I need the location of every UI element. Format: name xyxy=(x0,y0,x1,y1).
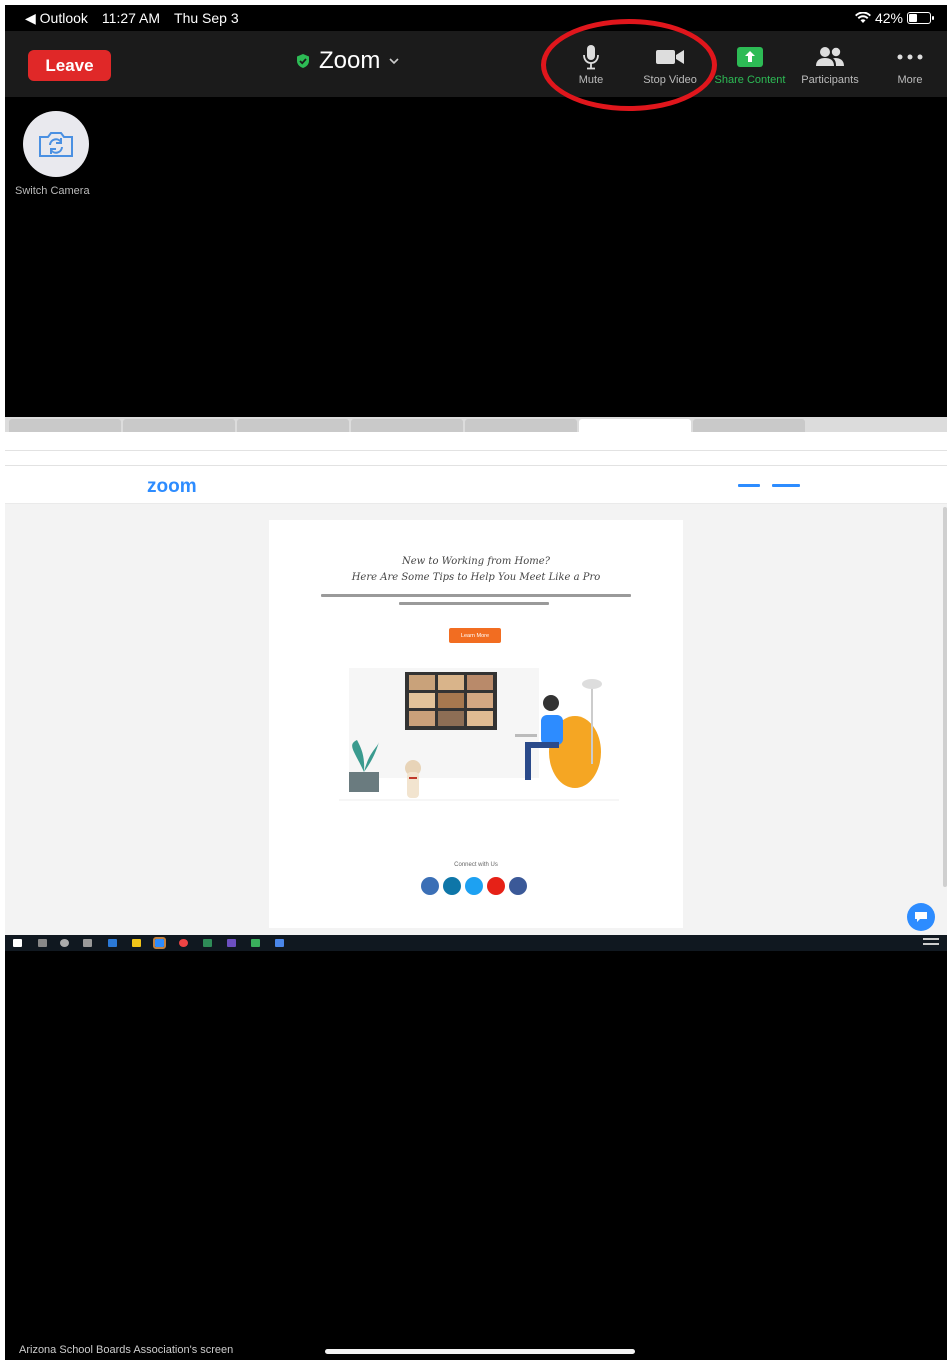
wordpress-icon[interactable] xyxy=(421,877,439,895)
more-label: More xyxy=(897,74,923,86)
zoom-app-icon[interactable] xyxy=(153,937,166,949)
participants-label: Participants xyxy=(801,74,859,86)
zoom-site-header: zoom xyxy=(5,466,947,504)
chrome-icon[interactable] xyxy=(179,939,188,947)
teams-icon[interactable] xyxy=(227,939,236,947)
browser-tab[interactable] xyxy=(465,419,577,432)
status-date: Thu Sep 3 xyxy=(174,10,239,26)
app-icon[interactable] xyxy=(275,939,284,947)
shared-screen: zoom New to Working from Home? Here Are … xyxy=(5,417,947,951)
battery-percent: 42% xyxy=(874,10,903,26)
share-content-button[interactable]: Share Content xyxy=(705,43,795,86)
social-links xyxy=(421,877,527,895)
windows-taskbar xyxy=(5,935,947,951)
chat-icon xyxy=(915,912,927,922)
security-shield-icon xyxy=(297,54,309,68)
task-view-icon[interactable] xyxy=(83,939,92,947)
highlight-ellipse-annotation xyxy=(541,19,717,111)
home-indicator[interactable] xyxy=(325,1349,635,1354)
browser-tab-bar xyxy=(5,417,947,432)
chat-bubble-button[interactable] xyxy=(907,903,935,931)
browser-tab[interactable] xyxy=(237,419,349,432)
clock-text-placeholder xyxy=(923,938,939,945)
switch-camera-button[interactable] xyxy=(23,111,89,177)
work-from-home-illustration xyxy=(339,668,619,801)
browser-tab[interactable] xyxy=(123,419,235,432)
more-button[interactable]: More xyxy=(865,43,947,86)
participants-icon xyxy=(816,47,844,66)
share-content-label: Share Content xyxy=(714,74,786,86)
meeting-title: Zoom xyxy=(319,47,381,74)
browser-bookmarks-bar xyxy=(5,451,947,466)
switch-camera-label: Switch Camera xyxy=(15,185,90,197)
chevron-down-icon xyxy=(389,58,399,65)
meeting-toolbar: Leave Zoom Mute Stop Video Share Content… xyxy=(5,31,947,97)
share-screen-icon xyxy=(737,47,763,67)
wifi-icon xyxy=(854,12,871,23)
edge-icon[interactable] xyxy=(108,939,117,947)
cortana-icon[interactable] xyxy=(60,939,69,947)
zoom-logo[interactable]: zoom xyxy=(147,476,197,498)
tips-heading-line-1: New to Working from Home? xyxy=(402,556,550,567)
status-time: 11:27 AM xyxy=(101,10,161,26)
connect-with-us-label: Connect with Us xyxy=(454,862,498,868)
browser-tab-active[interactable] xyxy=(579,419,691,432)
learn-more-button[interactable]: Learn More xyxy=(449,628,501,643)
facebook-icon[interactable] xyxy=(509,877,527,895)
taskbar-clock xyxy=(921,937,941,948)
participants-button[interactable]: Participants xyxy=(785,43,875,86)
meeting-title-dropdown[interactable]: Zoom xyxy=(295,47,400,75)
browser-tab[interactable] xyxy=(9,419,121,432)
description-text-lines xyxy=(321,594,631,605)
youtube-icon[interactable] xyxy=(487,877,505,895)
battery-fill xyxy=(909,14,917,22)
tips-heading-line-2: Here Are Some Tips to Help You Meet Like… xyxy=(351,572,601,583)
tips-description xyxy=(309,593,643,611)
site-header-links[interactable] xyxy=(738,484,808,490)
browser-scrollbar[interactable] xyxy=(943,507,947,887)
twitter-icon[interactable] xyxy=(465,877,483,895)
browser-tab[interactable] xyxy=(351,419,463,432)
search-icon[interactable] xyxy=(38,939,47,947)
browser-address-bar[interactable] xyxy=(5,432,947,451)
windows-start-icon[interactable] xyxy=(13,939,22,947)
browser-tab[interactable] xyxy=(693,419,805,432)
more-icon xyxy=(897,54,923,60)
header-links-placeholder-icon xyxy=(738,484,800,487)
excel-icon[interactable] xyxy=(203,939,212,947)
screen-share-owner-label: Arizona School Boards Association's scre… xyxy=(19,1344,234,1356)
status-bar: ◀ Outlook 11:27 AM Thu Sep 3 42% xyxy=(5,5,947,31)
file-explorer-icon[interactable] xyxy=(132,939,141,947)
back-to-app-link[interactable]: ◀ Outlook xyxy=(25,10,88,27)
switch-camera-icon xyxy=(39,132,73,157)
leave-button[interactable]: Leave xyxy=(28,50,111,81)
battery-icon xyxy=(907,12,934,24)
ipad-screen: ◀ Outlook 11:27 AM Thu Sep 3 42% Leave Z… xyxy=(5,5,947,1360)
zoom-tips-card: New to Working from Home? Here Are Some … xyxy=(269,520,683,928)
linkedin-icon[interactable] xyxy=(443,877,461,895)
app-icon[interactable] xyxy=(251,939,260,947)
